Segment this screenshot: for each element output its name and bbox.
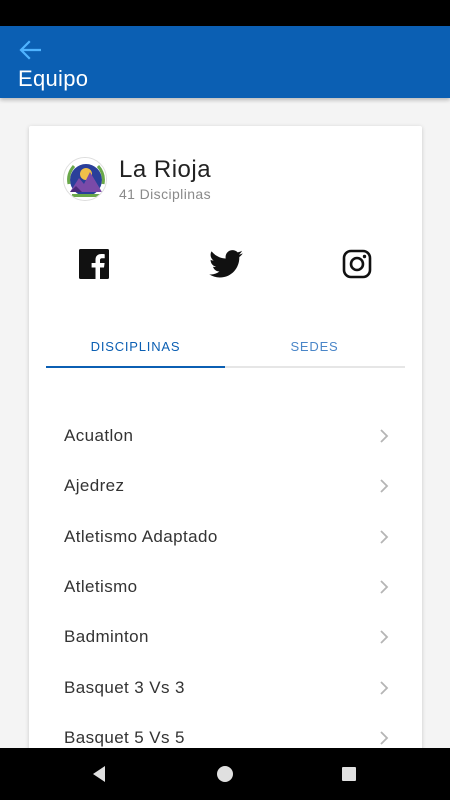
facebook-button[interactable] — [76, 246, 112, 282]
chevron-right-icon — [380, 630, 389, 644]
social-links — [29, 244, 422, 284]
nav-back-icon — [93, 766, 105, 782]
instagram-icon — [342, 249, 372, 279]
page-title: Equipo — [18, 66, 89, 91]
twitter-button[interactable] — [208, 246, 244, 282]
app-bar: Equipo — [0, 26, 450, 98]
chevron-right-icon — [380, 680, 389, 695]
team-header: La Rioja 41 Disciplinas — [63, 156, 211, 202]
list-item-label: Badminton — [64, 627, 149, 647]
tab-bar: DISCIPLINAS SEDES — [46, 326, 405, 368]
chevron-right-icon — [380, 429, 389, 443]
team-name: La Rioja — [119, 156, 212, 183]
list-item-label: Basquet 5 Vs 5 — [64, 727, 185, 747]
nav-recents-icon — [342, 767, 356, 781]
chevron-right-icon — [380, 731, 389, 745]
nav-back-button[interactable] — [86, 761, 112, 787]
tab-indicator — [46, 366, 225, 368]
nav-home-icon — [217, 766, 233, 782]
list-item[interactable]: Ajedrez — [29, 461, 422, 511]
list-item-label: Ajedrez — [64, 476, 125, 496]
twitter-icon — [209, 250, 243, 278]
nav-recents-button[interactable] — [336, 761, 362, 787]
list-item[interactable]: Basquet 3 Vs 3 — [29, 662, 422, 712]
team-discipline-count: 41 Disciplinas — [119, 186, 211, 202]
list-item[interactable]: Atletismo — [29, 562, 422, 612]
list-item[interactable]: Acuatlon — [29, 411, 422, 461]
list-item-label: Basquet 3 Vs 3 — [64, 677, 185, 697]
system-nav-bar — [0, 748, 450, 800]
list-item-label: Atletismo Adaptado — [64, 526, 218, 546]
facebook-icon — [79, 249, 109, 279]
instagram-button[interactable] — [339, 246, 375, 282]
arrow-back-icon — [19, 40, 41, 60]
list-item-label: Acuatlon — [64, 426, 134, 446]
back-button[interactable] — [14, 36, 46, 64]
team-card: La Rioja 41 Disciplinas DISCIPLINAS SEDE… — [29, 126, 422, 766]
team-crest-icon — [63, 157, 107, 201]
list-item-label: Atletismo — [64, 577, 138, 597]
list-item[interactable]: Badminton — [29, 612, 422, 662]
discipline-list: Acuatlon Ajedrez Atletismo Adaptado Atle… — [29, 411, 422, 763]
tab-disciplinas[interactable]: DISCIPLINAS — [46, 326, 225, 366]
tab-sedes[interactable]: SEDES — [225, 326, 404, 366]
chevron-right-icon — [380, 530, 389, 544]
chevron-right-icon — [380, 580, 389, 594]
list-item[interactable]: Atletismo Adaptado — [29, 512, 422, 562]
nav-home-button[interactable] — [212, 761, 238, 787]
chevron-right-icon — [380, 479, 389, 494]
status-bar — [0, 0, 450, 26]
